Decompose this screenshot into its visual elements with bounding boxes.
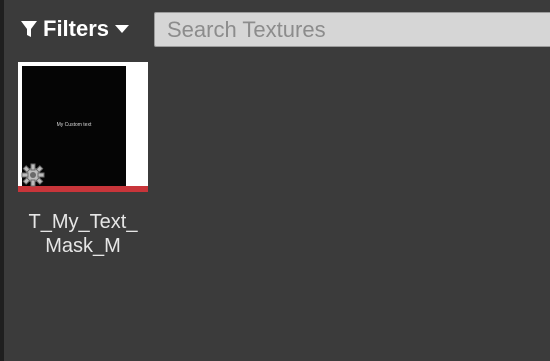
texture-picker-panel: Filters My Custom text: [0, 0, 550, 361]
toolbar: Filters: [4, 0, 550, 60]
asset-name-label: T_My_Text_ Mask_M: [10, 210, 156, 258]
asset-thumbnail: My Custom text: [18, 62, 148, 192]
filters-label: Filters: [43, 16, 110, 41]
asset-tile[interactable]: My Custom text T_My_Text_ Mask_M: [18, 62, 148, 262]
filter-funnel-icon: [21, 21, 37, 37]
thumbnail-text: My Custom text: [56, 122, 92, 128]
search-input[interactable]: [165, 15, 550, 44]
chevron-down-icon: [115, 25, 130, 33]
search-box[interactable]: [154, 12, 550, 47]
asset-name-line-1: T_My_Text_: [28, 211, 138, 233]
filters-button[interactable]: Filters: [20, 13, 146, 45]
asset-name-line-2: Mask_M: [45, 235, 121, 257]
cog-icon: [21, 163, 45, 187]
